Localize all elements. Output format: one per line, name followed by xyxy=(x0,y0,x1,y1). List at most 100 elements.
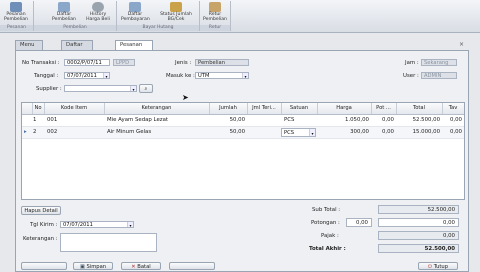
cell-jumlah: 50,00 xyxy=(229,117,245,123)
batal-label: Batal xyxy=(137,264,151,270)
cell-total: 15.000,00 xyxy=(412,129,440,135)
row-indicator-icon: ▸ xyxy=(24,129,27,135)
mouse-cursor-icon: ➤ xyxy=(182,93,189,102)
ribbon-group-caption: Pembelian xyxy=(34,25,116,31)
daftar-pembelian-button[interactable]: Daftar Pembelian xyxy=(50,2,78,24)
masuk-ke-value: UTM xyxy=(198,73,210,79)
daftar-pembayaran-button[interactable]: Daftar Pembayaran xyxy=(121,2,150,24)
search-icon: ⌕ xyxy=(144,86,148,92)
tanggal-field[interactable]: 07/07/2011 ▾ xyxy=(64,72,110,79)
cell-jml-terima xyxy=(247,115,280,126)
col-keterangan[interactable]: Keterangan xyxy=(104,103,210,114)
cell-no: 2 xyxy=(33,129,37,135)
ribbon-group-pesanan: Pesanan Pembelian Pesanan xyxy=(0,1,34,31)
col-tax[interactable]: Tav xyxy=(442,103,464,114)
table-row[interactable]: ▸ 2 002 Air Minum Gelas 50,00 PCS ▾ 300,… xyxy=(22,127,464,139)
supplier-label: Supplier : xyxy=(36,86,62,92)
ribbon-group-caption: Retur xyxy=(200,25,230,31)
tab-menu-utama[interactable]: Menu Utama xyxy=(15,40,43,57)
col-satuan[interactable]: Satuan xyxy=(281,103,318,114)
no-transaksi-field[interactable]: 0002/P/07/11 xyxy=(64,59,110,66)
user-field: ADMIN xyxy=(421,72,457,79)
retur-pembelian-button[interactable]: Retur Pembelian xyxy=(201,2,229,24)
save-icon: ▣ xyxy=(79,264,85,270)
previous-button[interactable] xyxy=(21,262,67,270)
tgl-kirim-field[interactable]: 07/07/2011 ▾ xyxy=(60,221,134,228)
satuan-dropdown[interactable]: PCS ▾ xyxy=(281,128,316,137)
simpan-label: Simpan xyxy=(86,264,107,270)
col-jumlah[interactable]: Jumlah xyxy=(209,103,248,114)
col-harga[interactable]: Harga xyxy=(317,103,372,114)
potongan-percent-field[interactable]: 0,00 xyxy=(346,218,372,227)
hapus-detail-button[interactable]: Hapus Detail xyxy=(21,206,61,215)
ribbon-group-pembelian: Daftar Pembelian History Harga Beli Pemb… xyxy=(34,1,117,31)
next-button[interactable] xyxy=(169,262,215,270)
jam-field: Sekarang xyxy=(421,59,457,66)
calendar-dropdown-icon[interactable]: ▾ xyxy=(127,222,133,228)
table-row[interactable]: 1 001 Mie Ayam Sedap Lezat 50,00 PCS 1.0… xyxy=(22,115,464,127)
masuk-ke-field[interactable]: UTM ▾ xyxy=(195,72,249,79)
sub-total-label: Sub Total : xyxy=(312,207,341,213)
simpan-button[interactable]: ▣ Simpan xyxy=(73,262,113,270)
total-akhir-value: 52.500,00 xyxy=(378,244,459,253)
cell-satuan: PCS xyxy=(284,117,295,123)
potongan-label: Potongan : xyxy=(311,220,340,226)
masuk-ke-label: Masuk ke : xyxy=(166,73,195,79)
list-icon xyxy=(58,2,70,12)
no-transaksi-label: No Transaksi : xyxy=(22,60,60,66)
grid-header: No Kode Item Keterangan Jumlah Jml Teri.… xyxy=(22,103,464,115)
supplier-field[interactable]: ▾ xyxy=(64,85,137,92)
total-akhir-label: Total Akhir : xyxy=(309,246,346,252)
jam-label: Jam : xyxy=(405,60,419,66)
ribbon-group-retur: Retur Pembelian Retur xyxy=(200,1,231,31)
cell-jml-terima xyxy=(247,127,280,138)
chevron-down-icon[interactable]: ▾ xyxy=(309,129,315,136)
col-potongan[interactable]: Pot ... xyxy=(371,103,397,114)
close-tab-icon[interactable]: × xyxy=(459,41,464,48)
sub-total-value: 52.500,00 xyxy=(378,205,459,214)
tutup-label: Tutup xyxy=(433,264,449,270)
chevron-down-icon[interactable]: ▾ xyxy=(130,86,136,92)
payment-list-icon xyxy=(129,2,141,12)
tgl-kirim-label: Tgl Kirim : xyxy=(30,222,58,228)
cell-harga: 1.050,00 xyxy=(344,117,369,123)
col-total[interactable]: Total xyxy=(396,103,443,114)
col-jml-terima[interactable]: Jml Teri... xyxy=(247,103,282,114)
tutup-button[interactable]: ⏻ Tutup xyxy=(418,262,458,270)
pesanan-pembelian-button[interactable]: Pesanan Pembelian xyxy=(2,2,30,24)
supplier-search-button[interactable]: ⌕ xyxy=(139,84,153,93)
cancel-icon: ✕ xyxy=(131,264,136,270)
return-icon xyxy=(209,2,221,12)
tanggal-label: Tanggal : xyxy=(34,73,59,79)
ribbon-toolbar: Pesanan Pembelian Pesanan Daftar Pembeli… xyxy=(0,0,480,33)
col-kode-item[interactable]: Kode Item xyxy=(44,103,105,114)
calendar-dropdown-icon[interactable]: ▾ xyxy=(103,73,109,79)
cell-tax: 0,00 xyxy=(449,117,462,123)
exit-icon: ⏻ xyxy=(427,264,433,270)
cell-potongan: 0,00 xyxy=(381,129,394,135)
history-icon xyxy=(92,2,104,12)
cell-tax: 0,00 xyxy=(449,129,462,135)
tab-daftar-pesanan[interactable]: Daftar Pesanan xyxy=(61,40,94,57)
cell-potongan: 0,00 xyxy=(381,117,394,123)
ribbon-group-bayar-hutang: Daftar Pembayaran Status Jumlah BG/Cek B… xyxy=(117,1,200,31)
ribbon-group-caption: Pesanan xyxy=(0,25,33,31)
cheque-icon xyxy=(170,2,182,12)
cell-jumlah: 50,00 xyxy=(229,129,245,135)
potongan-value-field[interactable]: 0,00 xyxy=(378,218,459,227)
item-grid: No Kode Item Keterangan Jumlah Jml Teri.… xyxy=(21,102,465,200)
cell-keterangan: Mie Ayam Sedap Lezat xyxy=(107,117,169,123)
auto-number-button[interactable]: LPPD xyxy=(113,59,135,66)
cell-no: 1 xyxy=(33,117,37,123)
tgl-kirim-value: 07/07/2011 xyxy=(63,222,93,228)
cell-kode-item: 002 xyxy=(47,129,58,135)
history-harga-beli-button[interactable]: History Harga Beli xyxy=(84,2,112,24)
satuan-value: PCS xyxy=(284,130,295,136)
tanggal-value: 07/07/2011 xyxy=(67,73,97,79)
jenis-label: Jenis : xyxy=(175,60,192,66)
status-jumlah-bg-cek-button[interactable]: Status Jumlah BG/Cek xyxy=(157,2,195,24)
keterangan-textarea[interactable] xyxy=(60,233,157,252)
batal-button[interactable]: ✕ Batal xyxy=(121,262,161,270)
cell-kode-item: 001 xyxy=(47,117,58,123)
chevron-down-icon[interactable]: ▾ xyxy=(242,73,248,79)
